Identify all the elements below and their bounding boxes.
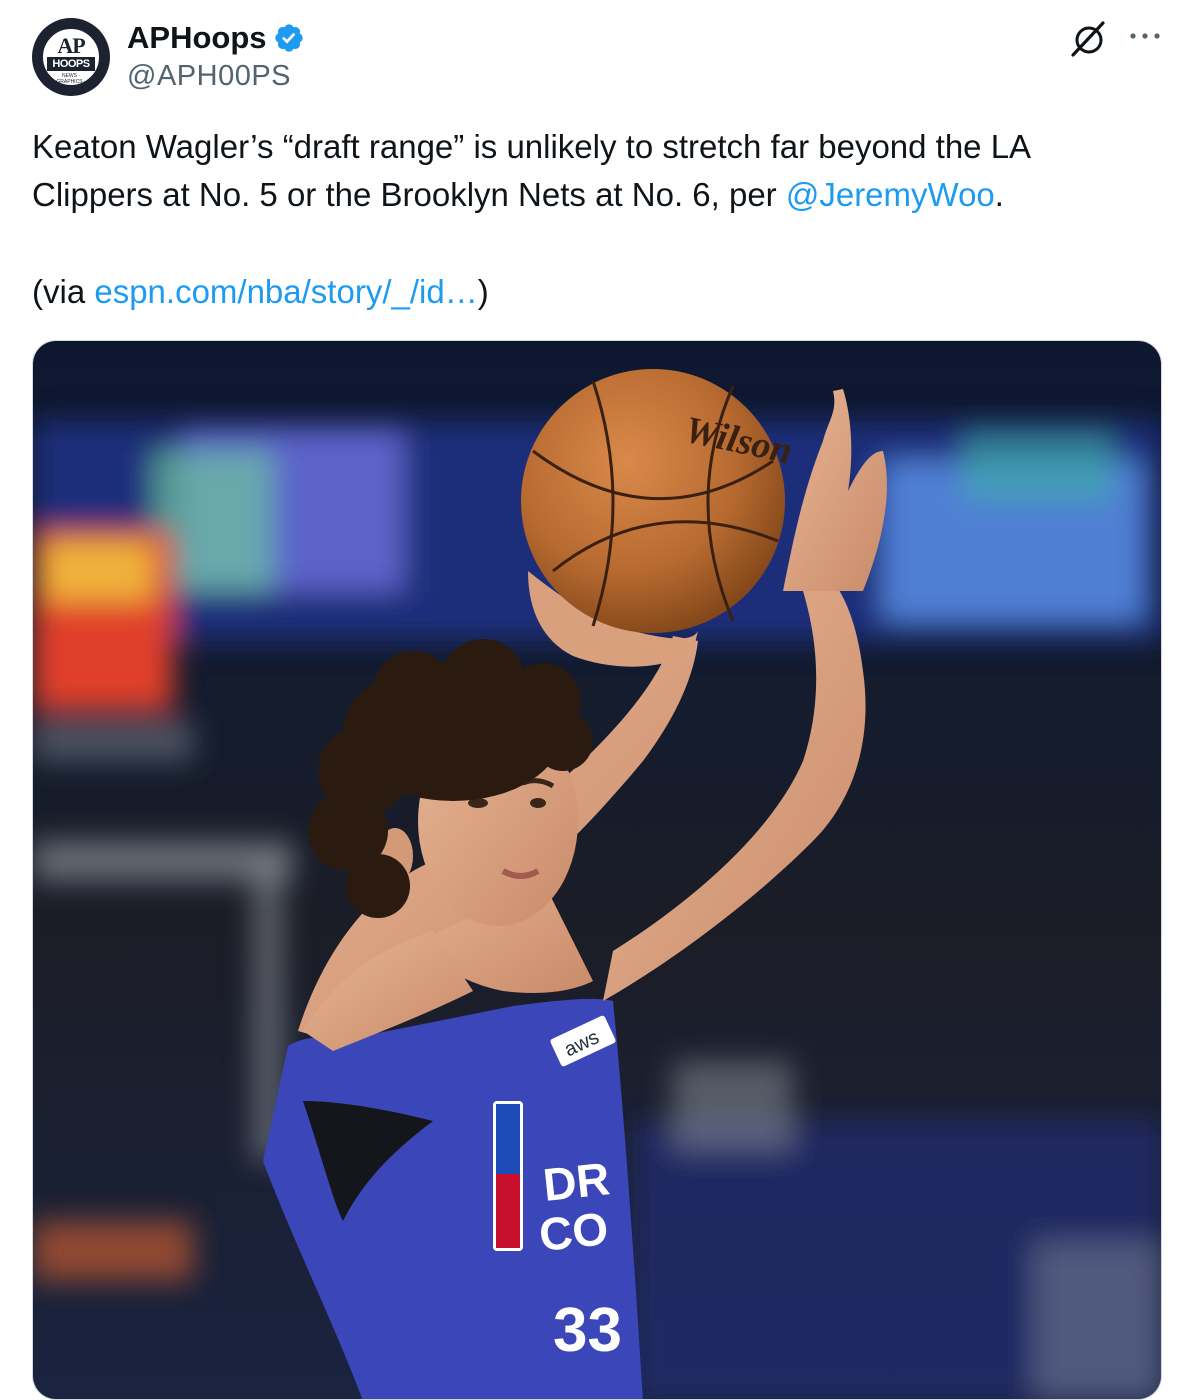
more-icon[interactable] — [1128, 28, 1162, 44]
svg-text:CO: CO — [537, 1202, 611, 1261]
grok-icon[interactable] — [1070, 20, 1108, 58]
author-name-row: APHoops — [127, 18, 305, 58]
verified-badge-icon[interactable] — [273, 22, 305, 54]
mention-link[interactable]: @JeremyWoo — [786, 176, 995, 213]
tweet-text-line-2: Clippers at No. 5 or the Brooklyn Nets a… — [32, 171, 1152, 219]
tweet-media-photo[interactable]: DR CO 33 aws Wilson — [32, 340, 1162, 1400]
via-open: (via — [32, 273, 95, 310]
display-name[interactable]: APHoops — [127, 20, 267, 56]
tweet-text-line-1: Keaton Wagler’s “draft range” is unlikel… — [32, 128, 1032, 165]
tweet-text-line-2-end: . — [994, 176, 1004, 213]
player-eye-right — [530, 798, 546, 808]
jersey-number: 33 — [553, 1296, 622, 1365]
via-line: (via espn.com/nba/story/_/id…) — [32, 268, 1152, 316]
tweet-text-line-2-body: Clippers at No. 5 or the Brooklyn Nets a… — [32, 176, 786, 213]
avatar-logo-ap: AP — [57, 33, 85, 58]
via-close: ) — [477, 273, 489, 310]
author-handle[interactable]: @APH00PS — [127, 60, 291, 93]
avatar-logo-hoops: HOOPS — [47, 57, 95, 71]
avatar[interactable]: AP HOOPS NEWS · GRAPHICS · STATS — [32, 18, 110, 96]
tweet-card: AP HOOPS NEWS · GRAPHICS · STATS APHoops… — [0, 0, 1190, 1400]
avatar-logo-tagline: NEWS · GRAPHICS · STATS — [56, 73, 86, 91]
via-url-link[interactable]: espn.com/nba/story/_/id… — [94, 273, 477, 310]
avatar-logo: AP HOOPS NEWS · GRAPHICS · STATS — [41, 27, 101, 91]
tweet-text: Keaton Wagler’s “draft range” is unlikel… — [32, 123, 1152, 316]
basketball-photo: DR CO 33 aws Wilson — [33, 341, 1161, 1399]
